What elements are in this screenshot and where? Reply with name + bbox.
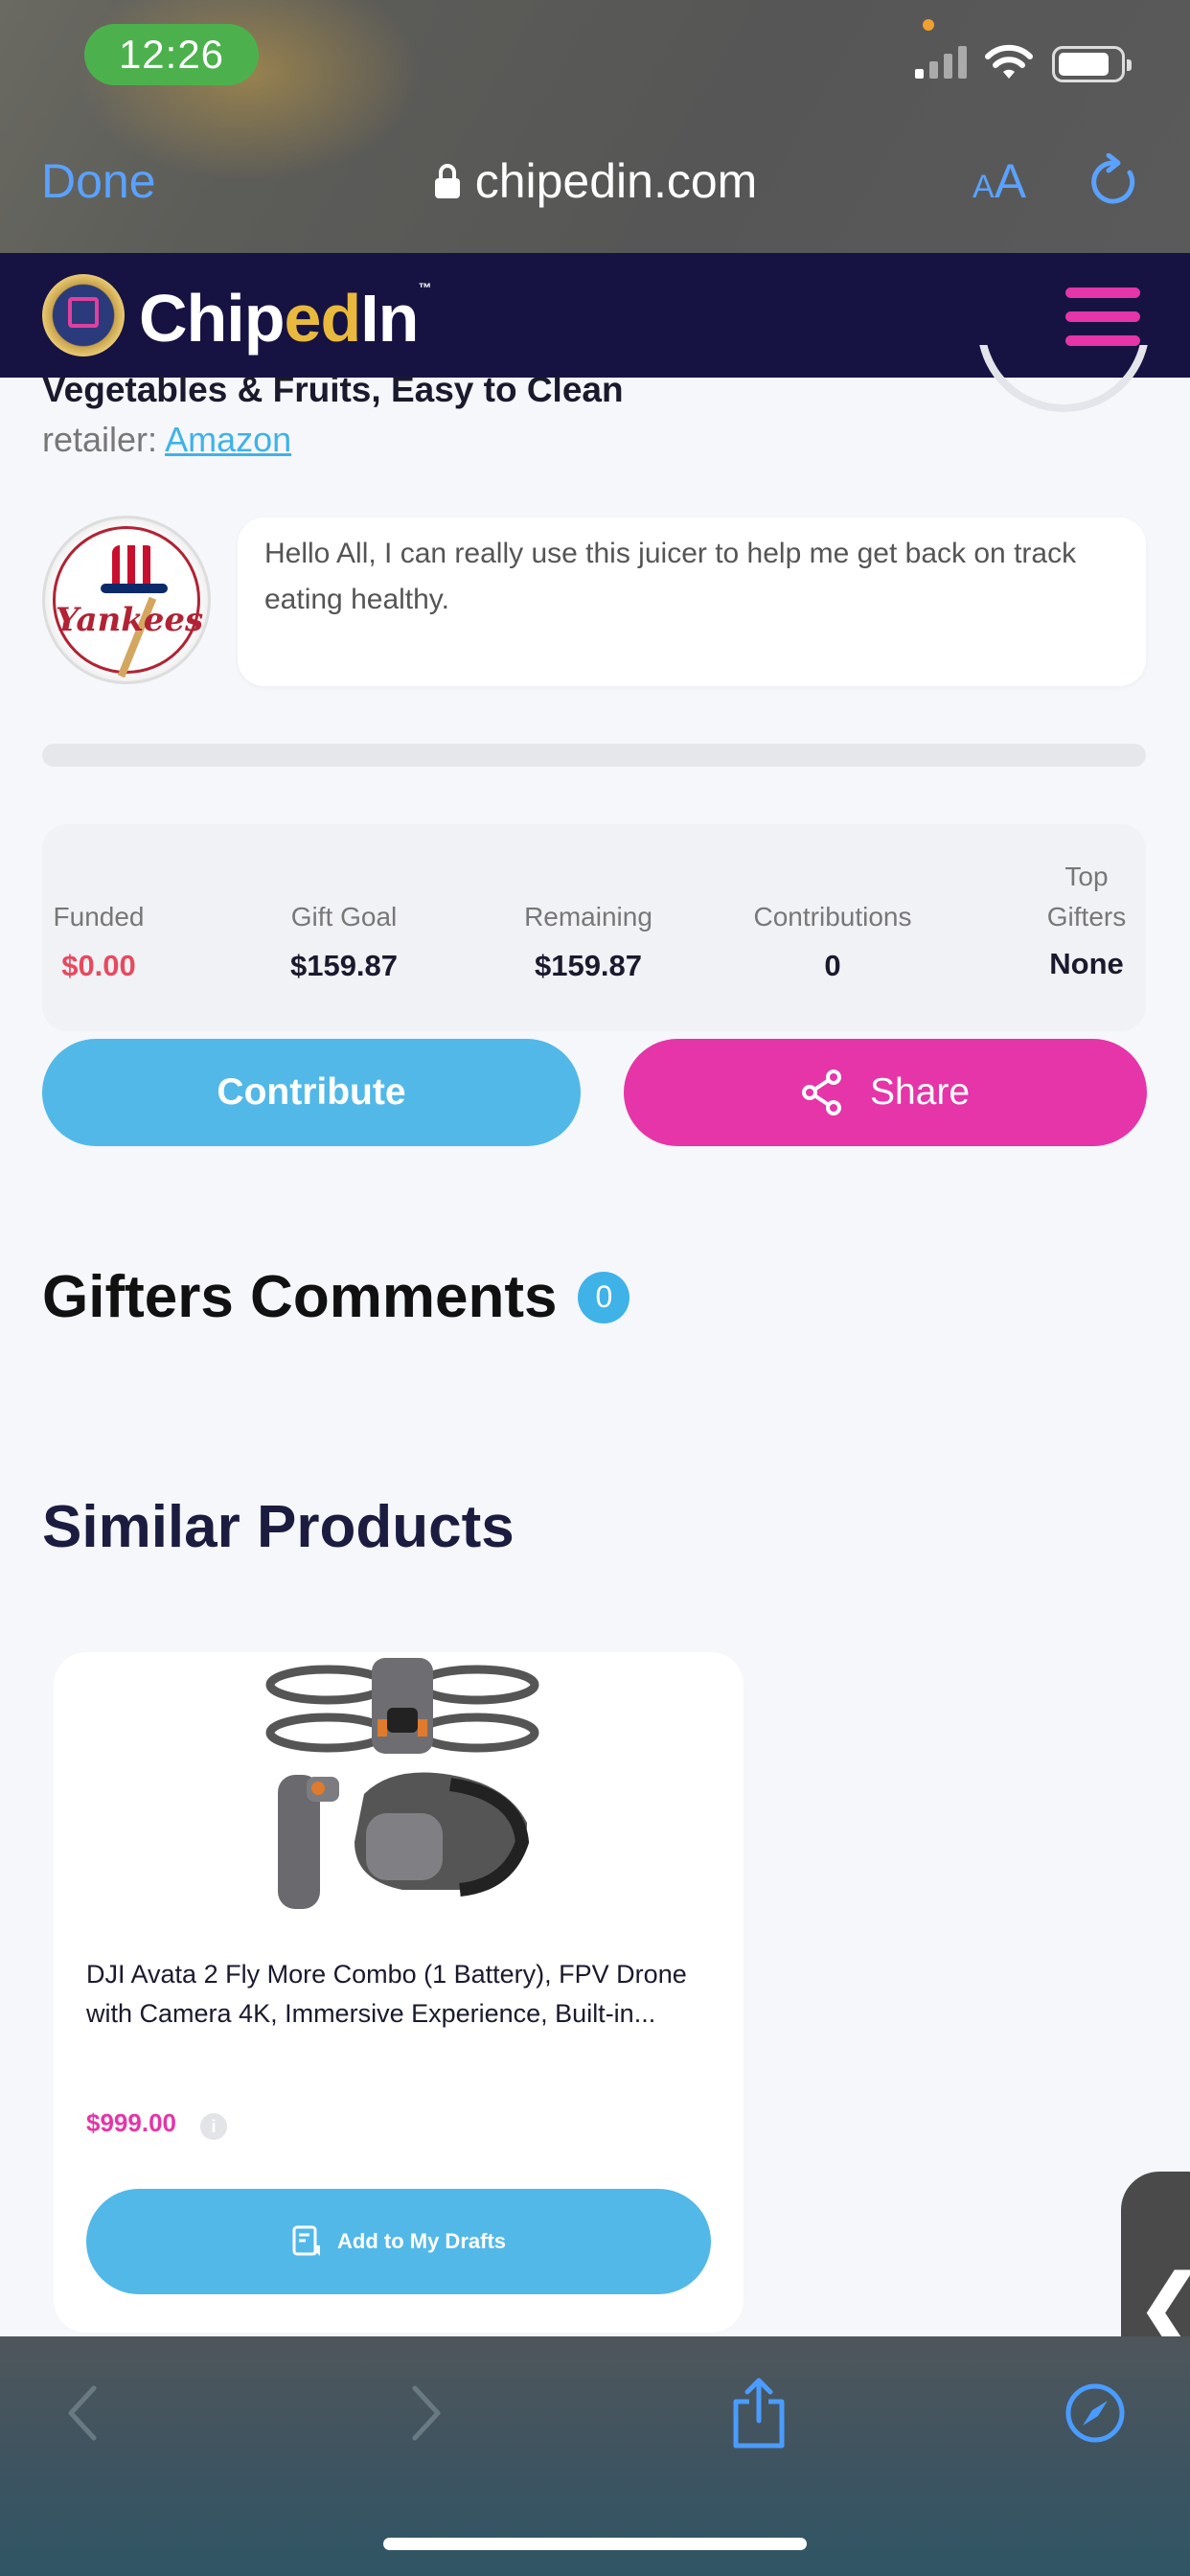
chipedin-logo-icon[interactable] (42, 274, 125, 356)
share-icon (801, 1070, 841, 1116)
avatar: Yankees (42, 516, 211, 684)
funding-stats-panel: Funded $0.00 Gift Goal $159.87 Remaining… (42, 824, 1146, 1031)
product-image-drone (265, 1658, 539, 1909)
url-text: chipedin.com (474, 154, 758, 208)
loading-spinner (977, 345, 1150, 422)
battery-icon (1052, 46, 1132, 82)
site-logo-wordmark[interactable]: ChipedIn™ (139, 280, 431, 356)
text-size-button[interactable]: AA (973, 153, 1026, 209)
gifters-comments-heading: Gifters Comments 0 (42, 1263, 630, 1331)
product-title: Vegetables & Fruits, Easy to Clean (42, 370, 624, 409)
forward-arrow-icon[interactable] (407, 2384, 446, 2442)
retailer-link[interactable]: Amazon (165, 420, 291, 459)
status-time: 12:26 (84, 24, 259, 85)
compass-icon[interactable] (1064, 2381, 1127, 2445)
add-to-drafts-label: Add to My Drafts (337, 2229, 506, 2253)
contribute-button[interactable]: Contribute (42, 1039, 581, 1146)
product-card-title[interactable]: DJI Avata 2 Fly More Combo (1 Battery), … (86, 1955, 719, 2034)
stat-top-gifters: Top Gifters None (1046, 862, 1127, 980)
drafts-icon (292, 2225, 320, 2256)
stat-remaining: Remaining $159.87 (524, 902, 652, 982)
info-icon[interactable]: i (200, 2113, 227, 2140)
mic-indicator-dot (923, 19, 934, 31)
home-indicator (383, 2538, 807, 2550)
stat-funded: Funded $0.00 (53, 902, 145, 982)
stat-gift-goal: Gift Goal $159.87 (289, 902, 399, 982)
wifi-icon (985, 44, 1033, 79)
reload-icon[interactable] (1087, 153, 1139, 211)
comments-count-badge: 0 (578, 1271, 630, 1323)
funding-progress-bar (42, 744, 1146, 767)
add-to-drafts-button[interactable]: Add to My Drafts (86, 2189, 711, 2294)
back-arrow-icon[interactable] (63, 2384, 102, 2442)
share-button[interactable]: Share (624, 1039, 1147, 1146)
lock-icon (434, 164, 460, 198)
safari-share-icon[interactable] (728, 2377, 790, 2450)
share-label: Share (869, 1071, 971, 1113)
product-card-price: $999.00 (86, 2108, 176, 2137)
cellular-signal-icon (915, 46, 967, 79)
similar-products-heading: Similar Products (42, 1494, 515, 1560)
retailer-line: retailer: Amazon (42, 420, 292, 459)
wish-message: Hello All, I can really use this juicer … (238, 518, 1146, 686)
stat-contributions: Contributions 0 (753, 902, 912, 982)
